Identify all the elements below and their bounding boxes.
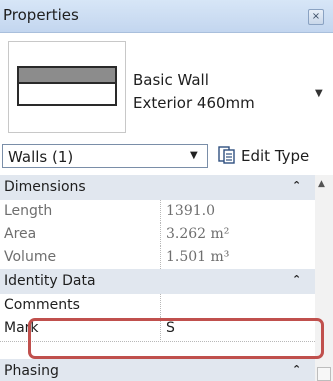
edit-type-button[interactable]: Edit Type xyxy=(217,143,333,169)
properties-panel: Properties × Basic Wall Exterior 460mm ▼… xyxy=(0,0,333,381)
property-row-volume: Volume 1.501 m³ xyxy=(0,246,315,270)
group-phasing[interactable]: Phasing ⌃ xyxy=(0,359,315,381)
property-name: Area xyxy=(4,226,37,242)
property-name: Volume xyxy=(4,249,57,265)
column-divider xyxy=(160,294,161,317)
property-value: 1391.0 xyxy=(166,203,215,219)
column-divider xyxy=(160,246,161,269)
collapse-icon[interactable]: ⌃ xyxy=(292,363,301,376)
column-divider xyxy=(160,223,161,246)
wall-section-core xyxy=(17,84,117,106)
property-name: Length xyxy=(4,203,53,219)
property-row-length: Length 1391.0 xyxy=(0,200,315,224)
type-name: Exterior 460mm xyxy=(133,94,255,112)
collapse-icon[interactable]: ⌃ xyxy=(292,179,301,192)
type-family-name: Basic Wall xyxy=(133,71,209,89)
property-row-area: Area 3.262 m² xyxy=(0,223,315,247)
column-divider xyxy=(160,200,161,223)
scroll-down-button[interactable] xyxy=(317,367,331,381)
group-label: Identity Data xyxy=(4,273,96,289)
property-name: Comments xyxy=(4,297,80,313)
close-icon: × xyxy=(311,11,321,22)
edit-type-label: Edit Type xyxy=(241,147,310,165)
property-value: 1.501 m³ xyxy=(166,249,230,265)
titlebar[interactable]: Properties × xyxy=(0,0,333,33)
property-value: 3.262 m² xyxy=(166,226,230,242)
property-row-comments[interactable]: Comments xyxy=(0,294,315,318)
filter-row: Walls (1) ▼ Edit Type xyxy=(0,139,333,173)
panel-title: Properties xyxy=(3,6,79,24)
mark-highlight-annotation xyxy=(28,318,324,359)
chevron-down-icon[interactable]: ▼ xyxy=(315,88,323,99)
wall-section-fill xyxy=(17,66,117,84)
instance-filter-dropdown[interactable]: Walls (1) ▼ xyxy=(2,144,208,168)
close-button[interactable]: × xyxy=(308,9,324,25)
group-dimensions[interactable]: Dimensions ⌃ xyxy=(0,175,315,201)
chevron-down-icon: ▼ xyxy=(190,150,198,161)
wall-type-thumbnail xyxy=(8,41,126,133)
scroll-up-icon[interactable]: ▲ xyxy=(318,179,325,189)
instance-filter-label: Walls (1) xyxy=(8,148,74,166)
edit-type-icon xyxy=(218,146,235,164)
collapse-icon[interactable]: ⌃ xyxy=(292,273,301,286)
group-label: Phasing xyxy=(4,363,59,379)
group-identity-data[interactable]: Identity Data ⌃ xyxy=(0,269,315,295)
group-label: Dimensions xyxy=(4,179,86,195)
type-selector[interactable]: Basic Wall Exterior 460mm ▼ xyxy=(0,33,333,139)
